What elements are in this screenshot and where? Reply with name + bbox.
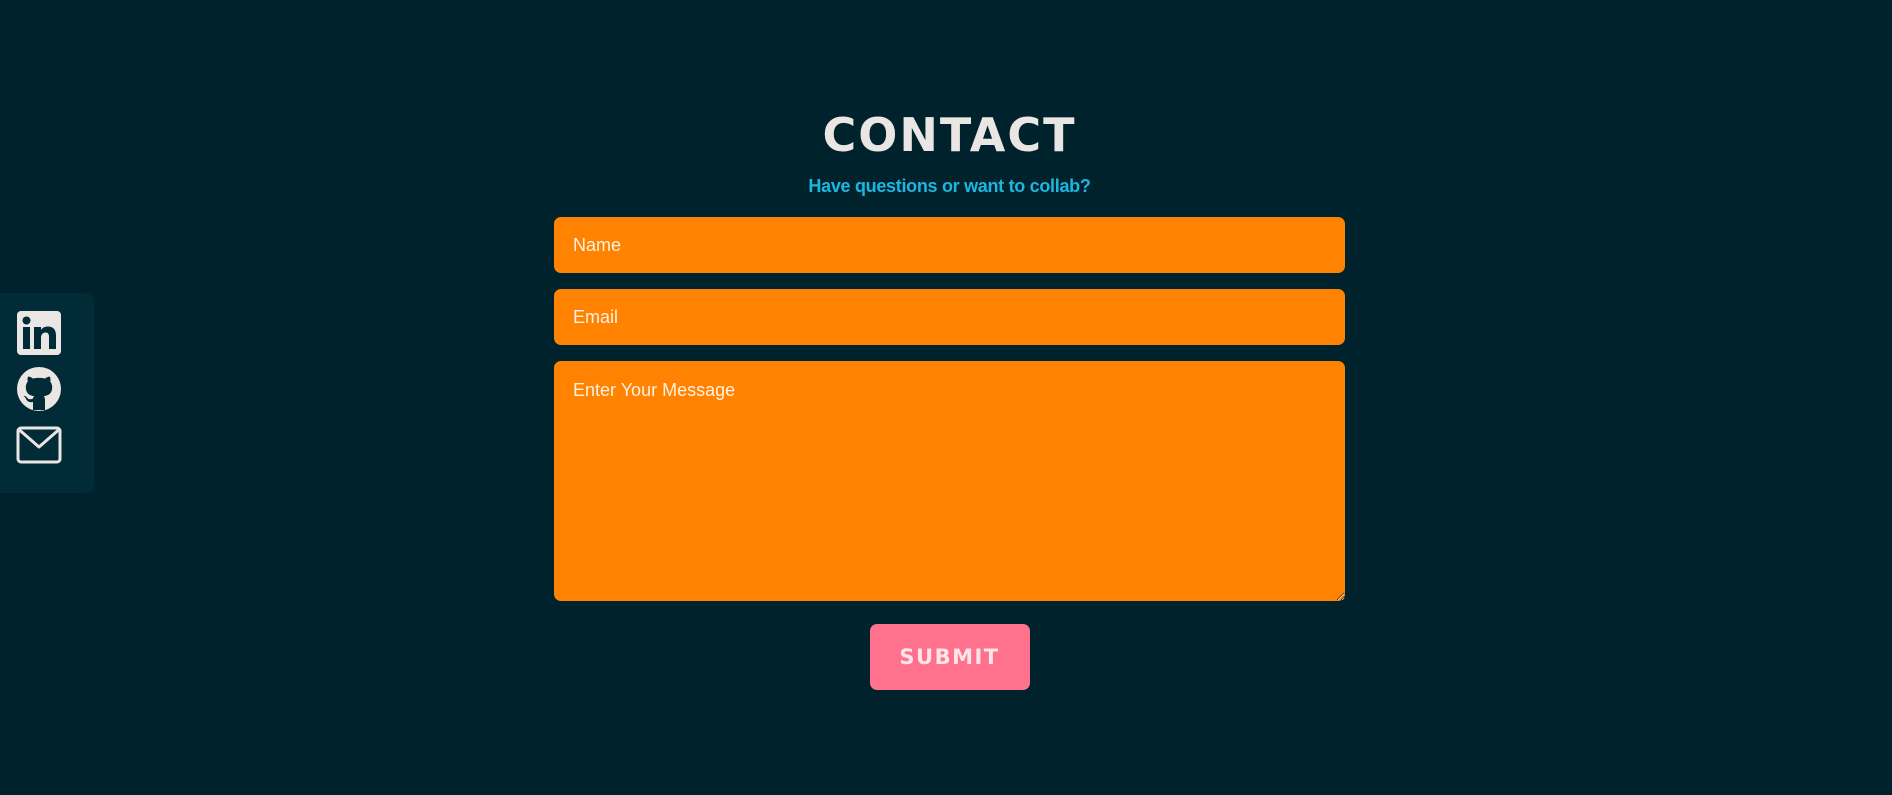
name-input[interactable] (554, 217, 1345, 273)
contact-subtitle: Have questions or want to collab? (808, 176, 1091, 196)
contact-section: CONTACT Have questions or want to collab… (554, 103, 1345, 690)
linkedin-link[interactable] (16, 310, 62, 356)
email-input[interactable] (554, 289, 1345, 345)
github-icon (17, 367, 61, 411)
mail-icon (16, 426, 62, 464)
contact-page: CONTACT Have questions or want to collab… (0, 0, 1892, 795)
contact-form: SUBMIT (554, 217, 1345, 690)
submit-container: SUBMIT (554, 624, 1345, 690)
mail-link[interactable] (16, 422, 62, 468)
message-textarea[interactable] (554, 361, 1345, 601)
social-sidebar (0, 293, 94, 493)
page-title: CONTACT (822, 108, 1077, 162)
submit-button[interactable]: SUBMIT (869, 624, 1030, 690)
linkedin-icon (17, 311, 61, 355)
github-link[interactable] (16, 366, 62, 412)
